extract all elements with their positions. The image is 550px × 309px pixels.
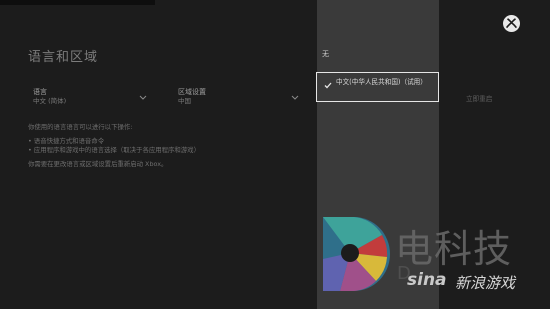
dropdown-option-label: 中文(中华人民共和国)（试用） — [336, 78, 427, 86]
language-label: 语言 — [33, 88, 47, 96]
sina-games-logo: 新浪游戏 — [455, 274, 516, 292]
xbox-logo-icon — [503, 15, 520, 32]
watermark-text: 电科技 — [395, 227, 513, 271]
region-setting[interactable]: 区域设置 中国 — [178, 88, 299, 110]
check-icon — [324, 82, 332, 91]
page-title: 语言和区域 — [28, 50, 99, 65]
language-value: 中文 (简体) — [33, 97, 67, 105]
language-setting[interactable]: 语言 中文 (简体) — [33, 88, 148, 110]
region-value: 中国 — [178, 97, 191, 105]
chevron-down-icon — [291, 94, 299, 103]
region-label: 区域设置 — [178, 88, 206, 96]
top-bar — [0, 0, 155, 5]
restart-now-button[interactable]: 立即重启 — [466, 93, 492, 103]
description-bullet: • 应用程序和游戏中的语言选择（取决于各应用程序和游戏） — [28, 146, 200, 154]
dropdown-option-none[interactable]: 无 — [322, 49, 329, 59]
chevron-down-icon — [139, 94, 147, 103]
settings-screen: 语言和区域 语言 中文 (简体) 区域设置 中国 你使用的语言语言可以进行以下操… — [0, 0, 550, 309]
dropdown-option-selected[interactable]: 中文(中华人民共和国)（试用） — [316, 72, 439, 102]
description-intro: 你使用的语言语言可以进行以下操作: — [28, 123, 133, 131]
sina-logo: sina — [407, 270, 447, 290]
description-note: 你需要在更改语言或区域设置后重新启动 Xbox。 — [28, 160, 168, 168]
watermark-logo — [320, 213, 390, 295]
description-bullet: • 语音快捷方式和语音命令 — [28, 137, 105, 145]
